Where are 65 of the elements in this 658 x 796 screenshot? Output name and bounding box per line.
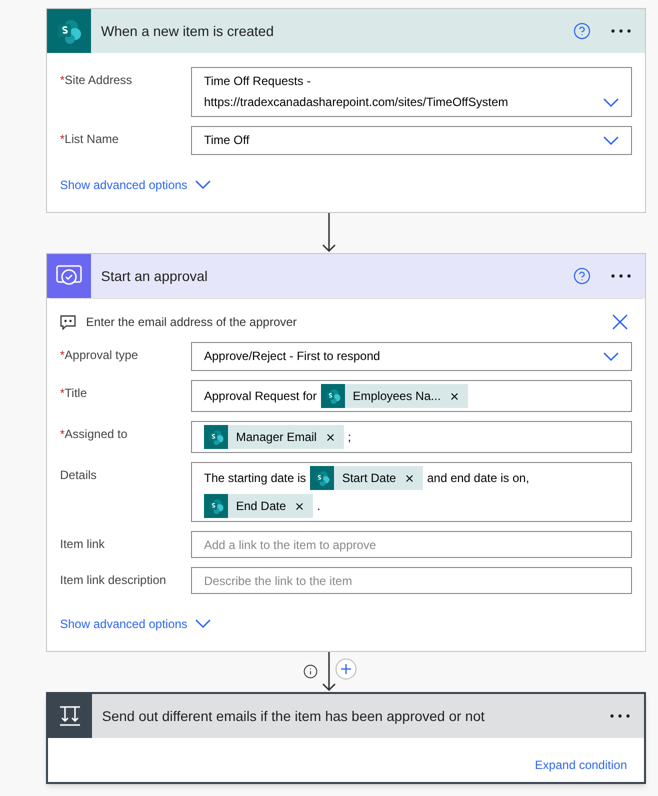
remove-icon[interactable] <box>404 472 416 484</box>
field-label: *List Name <box>60 131 120 148</box>
more-icon[interactable] <box>610 714 630 718</box>
field-value: https://tradexcanadasharepoint.com/sites/TimeOffSystem <box>204 95 510 110</box>
input-field[interactable]: Describe the link to the item <box>191 567 632 594</box>
field-value: Time Off <box>204 133 250 148</box>
expand-condition-link[interactable]: Expand condition <box>534 756 627 774</box>
info-icon[interactable] <box>303 664 318 679</box>
show-advanced-options-link[interactable]: Show advanced options <box>60 615 188 633</box>
condition-icon <box>57 704 83 728</box>
field-text: The starting date is <box>204 470 306 487</box>
dropdown-field[interactable]: Time Off Requests - https://tradexcanadasharepoint.com/sites/TimeOffSystem <box>191 67 632 117</box>
field-label: Item link description <box>60 572 168 589</box>
connector-arrow <box>322 213 336 253</box>
connector-arrow <box>322 652 336 692</box>
card-header[interactable]: Start an approval <box>47 254 645 298</box>
help-icon[interactable] <box>573 267 591 285</box>
field-label: Item link <box>60 536 106 553</box>
field-label: *Assigned to <box>60 426 128 443</box>
field-text: ; <box>348 429 352 446</box>
chevron-down-icon <box>195 180 212 190</box>
more-icon[interactable] <box>611 274 631 278</box>
field-text: Approval Request for <box>204 388 317 405</box>
sharepoint-icon <box>324 388 341 404</box>
hint-text: Enter the email address of the approver <box>86 314 298 331</box>
sharepoint-icon <box>208 498 224 514</box>
remove-icon[interactable] <box>448 390 460 402</box>
sharepoint-icon <box>56 18 82 44</box>
dropdown-field[interactable]: Time Off <box>191 126 632 155</box>
sharepoint-icon <box>314 470 330 486</box>
field-label: *Title <box>60 385 88 402</box>
input-field[interactable]: The starting date is Start Date and end date is on, End Date . <box>191 462 632 522</box>
card-header[interactable]: Send out different emails if the item has been approved or not <box>48 694 644 738</box>
dropdown-field[interactable]: Approve/Reject - First to respond <box>191 342 632 371</box>
add-step-icon[interactable] <box>335 658 357 680</box>
chevron-down-icon <box>195 619 212 629</box>
dynamic-token[interactable]: End Date <box>204 494 314 518</box>
field-label: *Site Address <box>60 72 134 89</box>
field-label: Details <box>60 467 98 484</box>
field-value: Approve/Reject - First to respond <box>204 349 382 364</box>
remove-icon[interactable] <box>324 432 336 442</box>
dynamic-token[interactable]: Start Date <box>310 466 424 490</box>
comment-icon <box>60 314 76 330</box>
dynamic-token[interactable]: Manager Email <box>204 425 344 449</box>
card-title: When a new item is created <box>100 22 275 40</box>
chevron-down-icon <box>603 98 619 108</box>
chevron-down-icon <box>603 352 619 362</box>
field-label: *Approval type <box>60 347 140 364</box>
show-advanced-options-link[interactable]: Show advanced options <box>60 176 188 194</box>
input-field[interactable]: Manager Email ; <box>191 421 632 453</box>
field-value: Time Off Requests - <box>204 74 312 89</box>
sharepoint-icon <box>208 429 224 445</box>
card-header[interactable]: When a new item is created <box>47 9 645 53</box>
field-text: and end date is on, <box>427 470 530 487</box>
chevron-down-icon <box>603 136 619 146</box>
close-icon[interactable] <box>612 314 628 330</box>
card-title: Start an approval <box>100 266 209 286</box>
input-field[interactable]: Approval Request for Employees Na... <box>191 380 632 412</box>
dynamic-token[interactable]: Employees Na... <box>320 384 468 408</box>
more-icon[interactable] <box>611 29 631 33</box>
remove-icon[interactable] <box>294 500 306 512</box>
input-field[interactable]: Add a link to the item to approve <box>191 531 632 558</box>
field-text: . <box>317 498 320 515</box>
card-title: Send out different emails if the item has been approved or not <box>101 706 486 726</box>
help-icon[interactable] <box>573 22 591 40</box>
